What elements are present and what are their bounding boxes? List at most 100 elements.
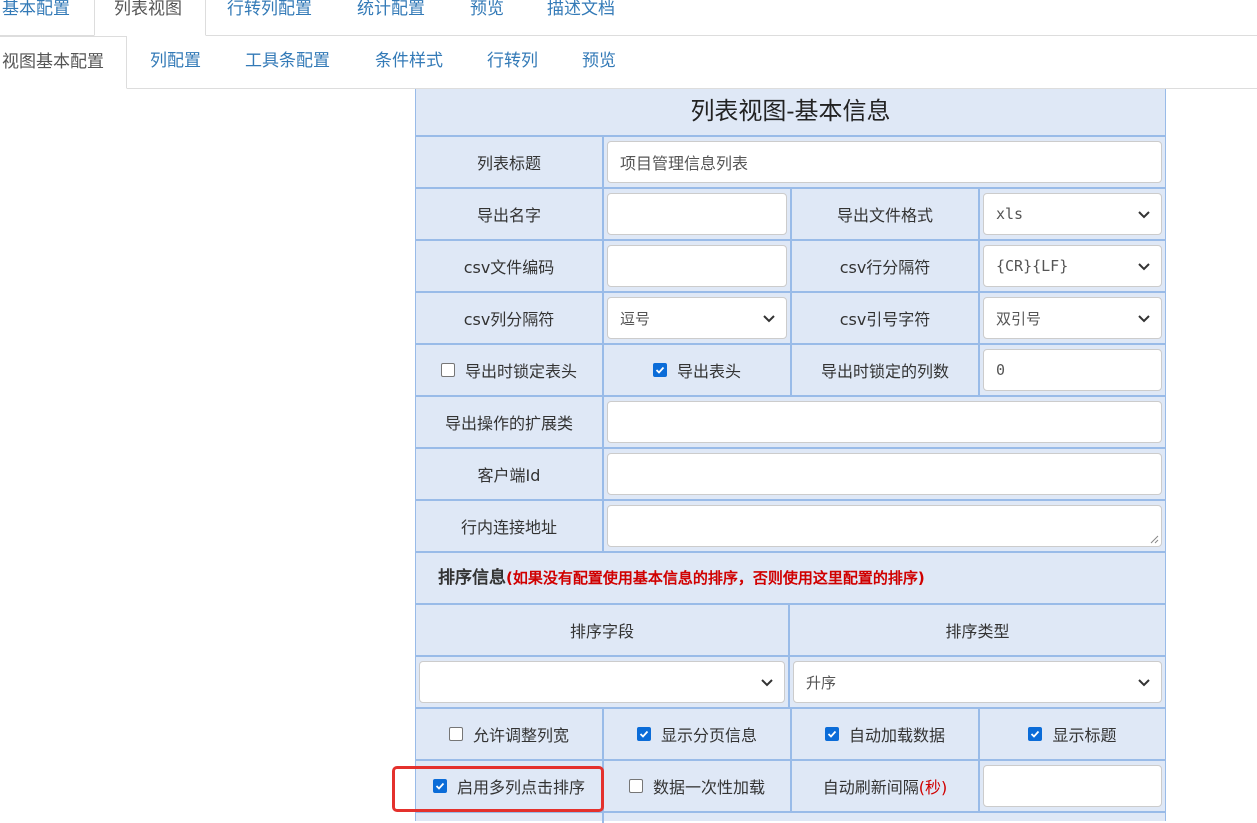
csv-row-sep-select[interactable]: {CR}{LF} [983, 245, 1162, 287]
refresh-interval-input[interactable] [983, 765, 1162, 807]
inline-url-textarea[interactable] [607, 505, 1162, 547]
row-client-id: 客户端Id [416, 447, 1165, 499]
export-ext-input[interactable] [607, 401, 1162, 443]
client-id-cell [604, 449, 1165, 499]
subtab-toolbar-config[interactable]: 工具条配置 [245, 36, 340, 89]
label-csv-encoding: csv文件编码 [416, 241, 604, 291]
load-once-checkbox[interactable]: 数据一次性加载 [628, 774, 765, 798]
list-title-cell: 项目管理信息列表 [604, 137, 1165, 187]
label-sort-type: 排序类型 [945, 622, 1010, 641]
checkbox-checked-icon [652, 363, 667, 377]
checkbox-checked-icon [824, 727, 839, 741]
row-csv-col-sep: csv列分隔符 逗号 csv引号字符 双引号 [416, 291, 1165, 343]
label-inline-url: 行内连接地址 [416, 501, 604, 551]
export-format-cell: xls [980, 189, 1165, 239]
row-sort-section: 排序信息(如果没有配置使用基本信息的排序，否则使用这里配置的排序) [416, 551, 1165, 603]
label-csv-quote: csv引号字符 [792, 293, 980, 343]
export-ext-cell [604, 397, 1165, 447]
sub-tab-bar: 视图基本配置 列配置 工具条配置 条件样式 行转列 预览 [0, 36, 1257, 89]
subtab-preview[interactable]: 预览 [582, 36, 632, 89]
next-row-cell [416, 813, 604, 823]
allow-resize-checkbox[interactable]: 允许调整列宽 [448, 722, 569, 746]
label-csv-row-sep: csv行分隔符 [792, 241, 980, 291]
tab-row-to-col-config[interactable]: 行转列配置 [227, 0, 337, 36]
row-export-name: 导出名字 导出文件格式 xls [416, 187, 1165, 239]
list-title-input[interactable]: 项目管理信息列表 [607, 141, 1162, 183]
subtab-condition-style[interactable]: 条件样式 [375, 36, 450, 89]
show-paging-checkbox[interactable]: 显示分页信息 [636, 722, 757, 746]
locked-cols-input[interactable]: 0 [983, 349, 1162, 391]
csv-quote-select[interactable]: 双引号 [983, 297, 1162, 339]
chevron-down-icon [763, 315, 775, 323]
lock-header-cell: 导出时锁定表头 [416, 345, 604, 395]
label-export-ext: 导出操作的扩展类 [416, 397, 604, 447]
export-header-checkbox[interactable]: 导出表头 [652, 358, 741, 382]
show-paging-label: 显示分页信息 [660, 726, 757, 745]
tab-list-view[interactable]: 列表视图 [94, 0, 206, 36]
csv-quote-value: 双引号 [996, 309, 1042, 328]
row-sort-selects: 升序 [416, 655, 1165, 707]
row-list-title: 列表标题 项目管理信息列表 [416, 135, 1165, 187]
load-once-label: 数据一次性加载 [652, 778, 765, 797]
resize-grip-icon[interactable] [1150, 535, 1159, 544]
export-name-input[interactable] [607, 193, 787, 235]
sort-section-title: 排序信息 [438, 568, 506, 588]
show-title-checkbox[interactable]: 显示标题 [1028, 722, 1117, 746]
export-format-select[interactable]: xls [983, 193, 1162, 235]
csv-col-sep-cell: 逗号 [604, 293, 792, 343]
load-once-cell: 数据一次性加载 [604, 761, 792, 811]
sort-section-heading: 排序信息(如果没有配置使用基本信息的排序，否则使用这里配置的排序) [438, 553, 925, 603]
subtab-column-config[interactable]: 列配置 [150, 36, 210, 89]
checkbox-checked-icon [636, 727, 651, 741]
refresh-interval-unit: (秒) [918, 778, 948, 797]
subtab-view-basic[interactable]: 视图基本配置 [0, 36, 127, 89]
csv-row-sep-cell: {CR}{LF} [980, 241, 1165, 291]
checkbox-unchecked-icon [628, 779, 643, 793]
row-next-partial [416, 811, 1165, 823]
lock-header-checkbox[interactable]: 导出时锁定表头 [440, 358, 577, 382]
panel-title: 列表视图-基本信息 [690, 97, 891, 125]
export-name-cell [604, 189, 792, 239]
tab-stat-config[interactable]: 统计配置 [357, 0, 447, 36]
label-list-title: 列表标题 [416, 137, 604, 187]
refresh-interval-cell [980, 761, 1165, 811]
tab-preview-top[interactable]: 预览 [470, 0, 530, 36]
refresh-interval-label-cell: 自动刷新间隔 (秒) [792, 761, 980, 811]
refresh-interval-label: 自动刷新间隔 [822, 778, 919, 797]
auto-load-checkbox[interactable]: 自动加载数据 [824, 722, 945, 746]
csv-row-sep-value: {CR}{LF} [996, 257, 1069, 275]
export-header-label: 导出表头 [676, 362, 741, 381]
chevron-down-icon [1138, 679, 1150, 687]
csv-col-sep-value: 逗号 [620, 309, 651, 328]
checkbox-unchecked-icon [440, 363, 455, 377]
csv-col-sep-select[interactable]: 逗号 [607, 297, 787, 339]
label-csv-col-sep: csv列分隔符 [416, 293, 604, 343]
sort-field-select[interactable] [419, 661, 785, 703]
show-title-label: 显示标题 [1052, 726, 1117, 745]
label-client-id: 客户端Id [416, 449, 604, 499]
lock-header-label: 导出时锁定表头 [464, 362, 577, 381]
label-export-format: 导出文件格式 [792, 189, 980, 239]
sort-section-note: (如果没有配置使用基本信息的排序，否则使用这里配置的排序) [506, 569, 925, 587]
show-title-cell: 显示标题 [980, 709, 1165, 759]
auto-load-cell: 自动加载数据 [792, 709, 980, 759]
label-locked-cols: 导出时锁定的列数 [792, 345, 980, 395]
locked-cols-cell: 0 [980, 345, 1165, 395]
client-id-input[interactable] [607, 453, 1162, 495]
chevron-down-icon [1138, 315, 1150, 323]
inline-url-cell [604, 501, 1165, 551]
csv-encoding-input[interactable] [607, 245, 787, 287]
tab-doc[interactable]: 描述文档 [547, 0, 637, 36]
tab-basic-config[interactable]: 基本配置 [0, 0, 94, 36]
checkbox-checked-icon [1028, 727, 1043, 741]
row-csv-encoding: csv文件编码 csv行分隔符 {CR}{LF} [416, 239, 1165, 291]
csv-quote-cell: 双引号 [980, 293, 1165, 343]
chevron-down-icon [761, 679, 773, 687]
show-paging-cell: 显示分页信息 [604, 709, 792, 759]
checkbox-unchecked-icon [448, 727, 463, 741]
sort-type-select[interactable]: 升序 [793, 661, 1162, 703]
sort-type-cell: 升序 [790, 657, 1165, 707]
sort-field-cell [416, 657, 790, 707]
chevron-down-icon [1138, 211, 1150, 219]
subtab-row-to-col[interactable]: 行转列 [487, 36, 547, 89]
